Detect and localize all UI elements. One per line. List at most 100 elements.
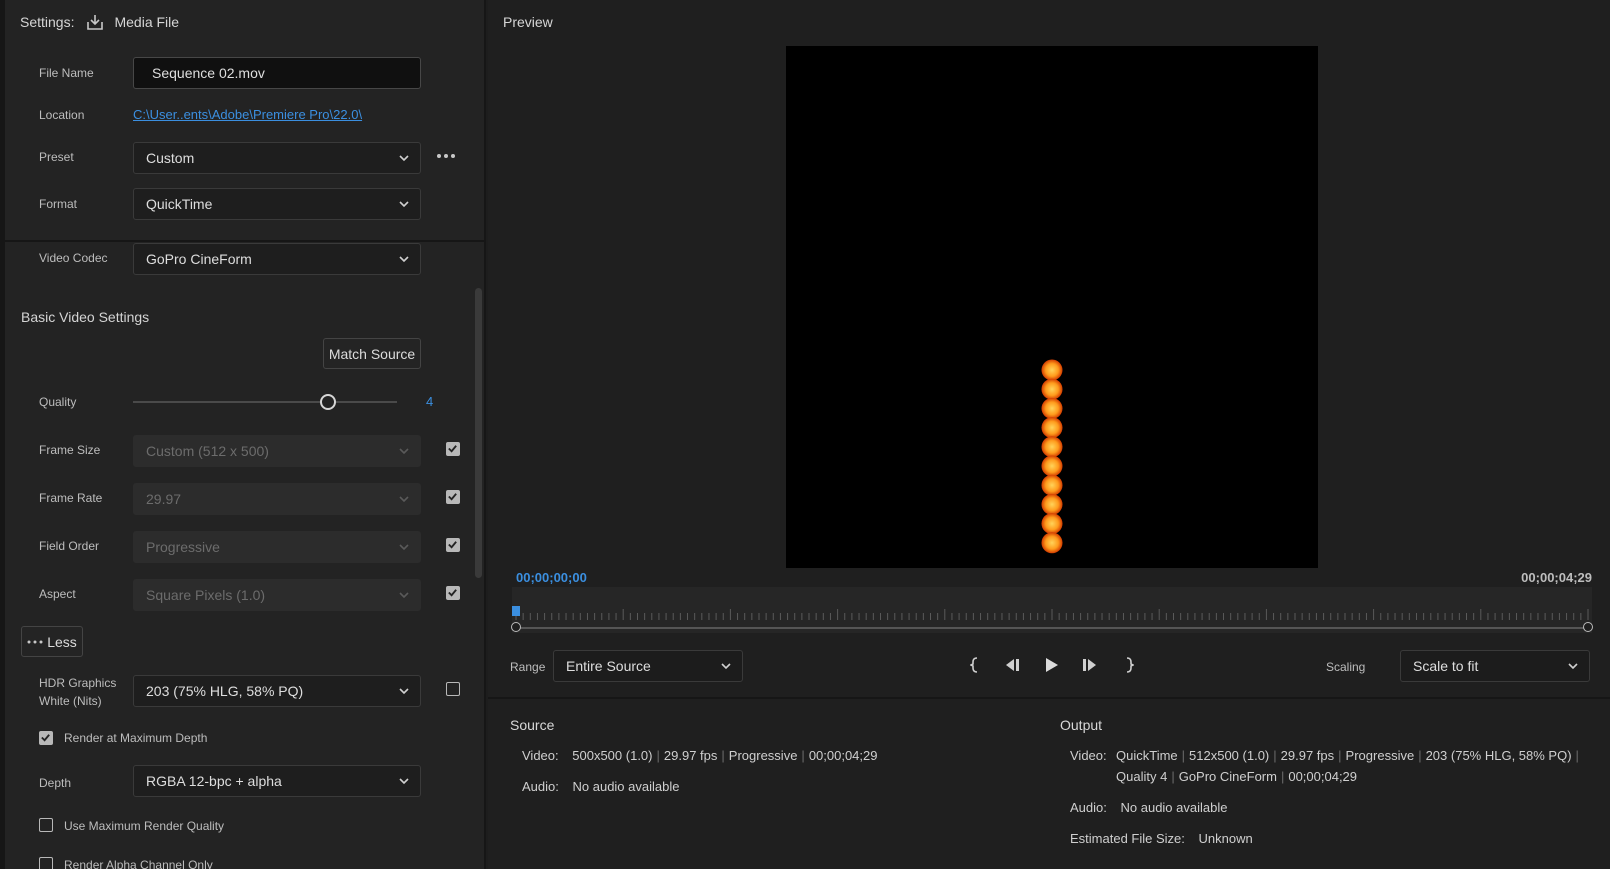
output-video-fps: 29.97 fps xyxy=(1280,748,1335,763)
video-codec-label: Video Codec xyxy=(39,251,108,265)
checkmark-icon xyxy=(41,734,50,742)
glow-dot xyxy=(1041,493,1063,515)
chevron-down-icon xyxy=(399,448,409,455)
settings-scrollbar[interactable] xyxy=(475,288,482,578)
less-button[interactable]: Less xyxy=(21,626,83,657)
preview-panel: Preview 00;00;00;00 00;00;04;29 Range En… xyxy=(488,0,1610,869)
range-label: Range xyxy=(510,660,546,674)
playhead[interactable] xyxy=(512,606,520,616)
frame-rate-value: 29.97 xyxy=(146,491,182,507)
depth-value: RGBA 12-bpc + alpha xyxy=(146,773,282,789)
location-link[interactable]: C:\User..ents\Adobe\Premiere Pro\22.0\ xyxy=(133,107,362,122)
hdr-white-value: 203 (75% HLG, 58% PQ) xyxy=(146,683,304,699)
chevron-down-icon xyxy=(399,201,409,208)
glow-dot xyxy=(1041,397,1063,419)
output-video-line2: Quality 4 | GoPro CineForm | 00;00;04;29 xyxy=(1116,769,1358,784)
range-dropdown[interactable]: Entire Source xyxy=(553,650,743,682)
frame-rate-match-checkbox[interactable] xyxy=(446,490,460,504)
hdr-label-line1: HDR Graphics xyxy=(39,676,117,690)
source-video-field: Progressive xyxy=(728,748,798,763)
render-max-depth-checkbox[interactable] xyxy=(39,731,53,745)
current-timecode[interactable]: 00;00;00;00 xyxy=(516,570,587,585)
source-video-duration: 00;00;04;29 xyxy=(808,748,878,763)
mark-in-icon[interactable] xyxy=(970,656,980,674)
checkmark-icon xyxy=(448,493,457,501)
render-alpha-only-checkbox[interactable] xyxy=(39,857,53,869)
chevron-down-icon xyxy=(399,496,409,503)
output-video-label-wrap: Video: xyxy=(1070,748,1107,763)
frame-size-dropdown: Custom (512 x 500) xyxy=(133,435,421,467)
frame-size-match-checkbox[interactable] xyxy=(446,442,460,456)
hdr-label-line2: White (Nits) xyxy=(39,694,102,708)
use-max-quality-checkbox[interactable] xyxy=(39,818,53,832)
output-video-line1: QuickTime | 512x500 (1.0) | 29.97 fps | Progre… xyxy=(1116,748,1579,763)
preset-label: Preset xyxy=(39,150,74,164)
chevron-down-icon xyxy=(399,688,409,695)
scaling-value: Scale to fit xyxy=(1413,658,1479,674)
output-file-size-label: Estimated File Size: xyxy=(1070,831,1185,846)
output-file-size-value: Unknown xyxy=(1198,831,1253,846)
output-audio-label: Audio: xyxy=(1070,800,1107,815)
chevron-down-icon xyxy=(399,256,409,263)
preset-dropdown[interactable]: Custom xyxy=(133,142,421,174)
file-name-input[interactable]: Sequence 02.mov xyxy=(133,57,421,89)
output-video-field: Progressive xyxy=(1345,748,1415,763)
hdr-match-checkbox[interactable] xyxy=(446,682,460,696)
chevron-down-icon xyxy=(399,592,409,599)
frame-rate-dropdown: 29.97 xyxy=(133,483,421,515)
in-point-handle[interactable] xyxy=(511,622,521,632)
hdr-white-dropdown[interactable]: 203 (75% HLG, 58% PQ) xyxy=(133,675,421,707)
depth-label: Depth xyxy=(39,776,72,790)
scaling-dropdown[interactable]: Scale to fit xyxy=(1400,650,1590,682)
chevron-down-icon xyxy=(399,778,409,785)
step-back-icon[interactable] xyxy=(1002,657,1022,673)
video-codec-dropdown[interactable]: GoPro CineForm xyxy=(133,243,421,275)
chevron-down-icon xyxy=(1568,663,1578,670)
glow-dot xyxy=(1041,455,1063,477)
output-video-resolution: 512x500 (1.0) xyxy=(1189,748,1270,763)
video-codec-value: GoPro CineForm xyxy=(146,251,252,267)
media-file-label: Media File xyxy=(114,14,180,30)
output-video-quality: Quality 4 xyxy=(1116,769,1168,784)
section-divider xyxy=(5,240,484,242)
file-name-label: File Name xyxy=(39,66,94,80)
frame-size-value: Custom (512 x 500) xyxy=(146,443,269,459)
play-icon[interactable] xyxy=(1042,656,1060,674)
chevron-down-icon xyxy=(399,544,409,551)
quality-slider-handle[interactable] xyxy=(320,394,337,410)
output-video-format: QuickTime xyxy=(1116,748,1178,763)
source-audio-info: Audio: No audio available xyxy=(522,779,679,794)
quality-value[interactable]: 4 xyxy=(426,394,433,409)
aspect-value: Square Pixels (1.0) xyxy=(146,587,266,603)
step-forward-icon[interactable] xyxy=(1080,657,1100,673)
preview-title: Preview xyxy=(503,14,553,30)
aspect-match-checkbox[interactable] xyxy=(446,586,460,600)
glow-dot xyxy=(1041,378,1063,400)
preview-video xyxy=(786,46,1318,568)
glow-dot xyxy=(1041,532,1063,554)
output-audio-value: No audio available xyxy=(1120,800,1228,815)
file-name-value: Sequence 02.mov xyxy=(152,65,265,81)
match-source-button[interactable]: Match Source xyxy=(323,338,421,369)
quality-label: Quality xyxy=(39,395,77,409)
render-max-depth-label: Render at Maximum Depth xyxy=(64,731,208,745)
frame-size-label: Frame Size xyxy=(39,443,101,457)
glow-dot xyxy=(1041,513,1063,535)
more-dots-icon xyxy=(27,640,43,643)
out-point-handle[interactable] xyxy=(1583,622,1593,632)
more-options-icon[interactable] xyxy=(436,153,456,159)
quality-slider[interactable] xyxy=(133,394,397,410)
source-video-label: Video: xyxy=(522,748,559,763)
depth-dropdown[interactable]: RGBA 12-bpc + alpha xyxy=(133,765,421,797)
chevron-down-icon xyxy=(399,155,409,162)
format-label: Format xyxy=(39,197,78,211)
duration-timecode: 00;00;04;29 xyxy=(1521,570,1592,585)
mark-out-icon[interactable] xyxy=(1124,656,1134,674)
field-order-value: Progressive xyxy=(146,539,220,555)
field-order-match-checkbox[interactable] xyxy=(446,538,460,552)
format-dropdown[interactable]: QuickTime xyxy=(133,188,421,220)
settings-panel: Settings: Media File File Name Sequence … xyxy=(0,0,486,869)
export-icon xyxy=(87,15,104,30)
preset-value: Custom xyxy=(146,150,195,166)
format-value: QuickTime xyxy=(146,196,213,212)
